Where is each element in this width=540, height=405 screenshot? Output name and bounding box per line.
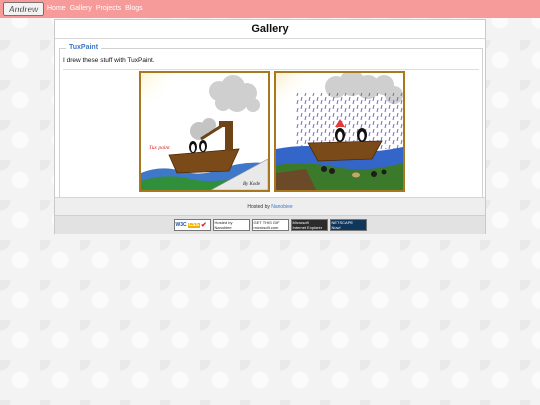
css-label: CSS [187,221,200,228]
hosted-by-badge-line2: Nanobiee [214,225,232,230]
main-nav: Home Gallery Projects Blogs [47,0,147,18]
get-this-gif-badge[interactable]: GET THIS GIF microsoft.com [251,219,289,231]
drawing-thumbnails: Tux paint By Kode [139,71,405,192]
hosted-by-footer: Hosted by Nanobiee [55,197,485,215]
content-panel: Gallery TuxPaint I drew these stuff with… [54,19,486,234]
section-legend: TuxPaint [66,44,102,51]
badge-bar: W3C CSS ✔ Hosted by Nanobiee GET THIS GI… [55,215,485,234]
site-logo[interactable]: Andrew [3,2,44,16]
hosted-by-text: Hosted by [247,204,270,210]
top-navigation-bar: Andrew Home Gallery Projects Blogs [0,0,540,18]
page-title: Gallery [55,20,485,39]
svg-text:Andrew: Andrew [8,5,39,14]
nav-projects-link[interactable]: Projects [96,0,121,18]
nav-gallery-link[interactable]: Gallery [70,0,92,18]
netscape-badge[interactable]: NETSCAPE Now! [329,219,367,231]
site-logo-icon: Andrew [3,2,44,16]
hosted-by-link[interactable]: Nanobiee [271,204,292,210]
hosted-by-badge[interactable]: Hosted by Nanobiee [212,219,250,231]
svg-text:Tux paint: Tux paint [149,145,170,151]
netscape-badge-line2: Now! [331,225,341,230]
svg-text:By Kode: By Kode [243,182,261,187]
penguins-rain-boat-drawing[interactable] [274,71,405,192]
nav-home-link[interactable]: Home [47,0,66,18]
microsoft-ie-badge-line2: Internet Explorer [292,225,323,230]
w3c-css-badge[interactable]: W3C CSS ✔ [173,219,211,231]
section-divider [63,69,479,70]
w3c-label: W3C [175,221,187,228]
microsoft-ie-badge[interactable]: Microsoft Internet Explorer [290,219,328,231]
nav-blogs-link[interactable]: Blogs [125,0,143,18]
tux-paint-boat-drawing[interactable]: Tux paint By Kode [139,71,270,192]
checkmark-icon: ✔ [200,221,207,229]
tuxpaint-section: TuxPaint I drew these stuff with TuxPain… [59,44,483,214]
section-description: I drew these stuff with TuxPaint. [63,57,155,64]
get-this-gif-badge-line2: microsoft.com [253,225,279,230]
